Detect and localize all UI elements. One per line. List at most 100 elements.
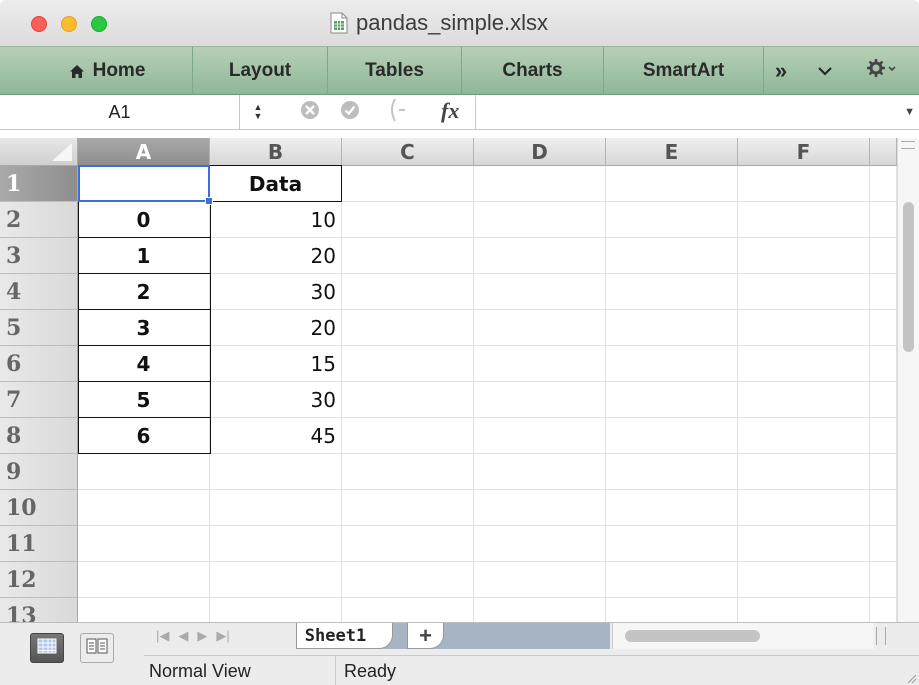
horizontal-split-grip-icon[interactable] [876, 627, 886, 645]
column-header-e[interactable]: E [606, 138, 738, 166]
row-header-4[interactable]: 4 [0, 274, 78, 310]
cell-d13[interactable] [474, 598, 606, 622]
formula-toggle-button[interactable] [389, 98, 411, 123]
row-header-1[interactable]: 1 [0, 166, 78, 202]
close-window-button[interactable] [31, 16, 47, 32]
cell-b5[interactable]: 20 [210, 310, 342, 346]
horizontal-scroll-thumb[interactable] [625, 630, 760, 642]
cell-g4[interactable] [870, 274, 897, 310]
next-sheet-icon[interactable]: ▶ [197, 628, 207, 644]
add-sheet-button[interactable]: + [407, 623, 444, 649]
cell-a11[interactable] [78, 526, 210, 562]
cell-a4[interactable]: 2 [78, 274, 210, 310]
tab-layout[interactable]: Layout [193, 47, 328, 95]
cell-f9[interactable] [738, 454, 870, 490]
row-header-6[interactable]: 6 [0, 346, 78, 382]
cell-d10[interactable] [474, 490, 606, 526]
cell-c8[interactable] [342, 418, 474, 454]
row-header-11[interactable]: 11 [0, 526, 78, 562]
cell-f2[interactable] [738, 202, 870, 238]
cell-g6[interactable] [870, 346, 897, 382]
row-header-8[interactable]: 8 [0, 418, 78, 454]
cell-g1[interactable] [870, 166, 897, 202]
minimize-window-button[interactable] [61, 16, 77, 32]
cell-e3[interactable] [606, 238, 738, 274]
cell-b4[interactable]: 30 [210, 274, 342, 310]
confirm-entry-button[interactable] [339, 100, 361, 123]
cell-a8[interactable]: 6 [78, 418, 210, 454]
column-header-c[interactable]: C [342, 138, 474, 166]
cell-d4[interactable] [474, 274, 606, 310]
cell-a3[interactable]: 1 [78, 238, 210, 274]
name-box[interactable]: A1 [0, 95, 240, 129]
cell-c7[interactable] [342, 382, 474, 418]
cell-b1[interactable]: Data [210, 166, 342, 202]
cell-d5[interactable] [474, 310, 606, 346]
row-header-10[interactable]: 10 [0, 490, 78, 526]
cell-c11[interactable] [342, 526, 474, 562]
resize-handle-icon[interactable] [905, 671, 917, 684]
cell-c4[interactable] [342, 274, 474, 310]
cell-f12[interactable] [738, 562, 870, 598]
cell-d6[interactable] [474, 346, 606, 382]
formula-expand-icon[interactable]: ▼ [904, 106, 915, 118]
cell-c2[interactable] [342, 202, 474, 238]
previous-sheet-icon[interactable]: ◀ [178, 628, 188, 644]
cell-e13[interactable] [606, 598, 738, 622]
cell-e2[interactable] [606, 202, 738, 238]
cell-e5[interactable] [606, 310, 738, 346]
row-header-7[interactable]: 7 [0, 382, 78, 418]
fill-handle[interactable] [205, 197, 213, 205]
cell-c1[interactable] [342, 166, 474, 202]
cell-d8[interactable] [474, 418, 606, 454]
row-header-12[interactable]: 12 [0, 562, 78, 598]
cell-e8[interactable] [606, 418, 738, 454]
cell-d1[interactable] [474, 166, 606, 202]
cell-f13[interactable] [738, 598, 870, 622]
formula-input[interactable] [477, 95, 897, 129]
cell-a9[interactable] [78, 454, 210, 490]
cell-f1[interactable] [738, 166, 870, 202]
cell-e12[interactable] [606, 562, 738, 598]
cell-b3[interactable]: 20 [210, 238, 342, 274]
row-header-2[interactable]: 2 [0, 202, 78, 238]
cell-b9[interactable] [210, 454, 342, 490]
vertical-scrollbar[interactable] [897, 138, 919, 622]
column-header-d[interactable]: D [474, 138, 606, 166]
cell-e7[interactable] [606, 382, 738, 418]
cell-b6[interactable]: 15 [210, 346, 342, 382]
vertical-scroll-thumb[interactable] [903, 202, 914, 352]
cell-g12[interactable] [870, 562, 897, 598]
cell-b12[interactable] [210, 562, 342, 598]
cell-a13[interactable] [78, 598, 210, 622]
split-grip-icon[interactable] [901, 141, 915, 149]
cell-e10[interactable] [606, 490, 738, 526]
cell-a1[interactable] [78, 166, 210, 202]
cell-g7[interactable] [870, 382, 897, 418]
column-header-b[interactable]: B [210, 138, 342, 166]
row-header-13[interactable]: 13 [0, 598, 78, 622]
cell-e6[interactable] [606, 346, 738, 382]
first-sheet-icon[interactable]: |◀ [156, 628, 169, 644]
cell-a12[interactable] [78, 562, 210, 598]
cell-a2[interactable]: 0 [78, 202, 210, 238]
ribbon-settings-button[interactable] [866, 47, 919, 95]
cell-e1[interactable] [606, 166, 738, 202]
cell-b8[interactable]: 45 [210, 418, 342, 454]
tab-charts[interactable]: Charts [462, 47, 604, 95]
row-header-5[interactable]: 5 [0, 310, 78, 346]
cell-d12[interactable] [474, 562, 606, 598]
ribbon-collapse-button[interactable] [808, 47, 842, 95]
row-header-3[interactable]: 3 [0, 238, 78, 274]
cell-d3[interactable] [474, 238, 606, 274]
horizontal-scrollbar[interactable] [612, 623, 874, 649]
cell-a6[interactable]: 4 [78, 346, 210, 382]
cell-b11[interactable] [210, 526, 342, 562]
cell-d9[interactable] [474, 454, 606, 490]
cell-f10[interactable] [738, 490, 870, 526]
cell-c12[interactable] [342, 562, 474, 598]
cell-a5[interactable]: 3 [78, 310, 210, 346]
cell-a10[interactable] [78, 490, 210, 526]
cell-e9[interactable] [606, 454, 738, 490]
cell-f7[interactable] [738, 382, 870, 418]
